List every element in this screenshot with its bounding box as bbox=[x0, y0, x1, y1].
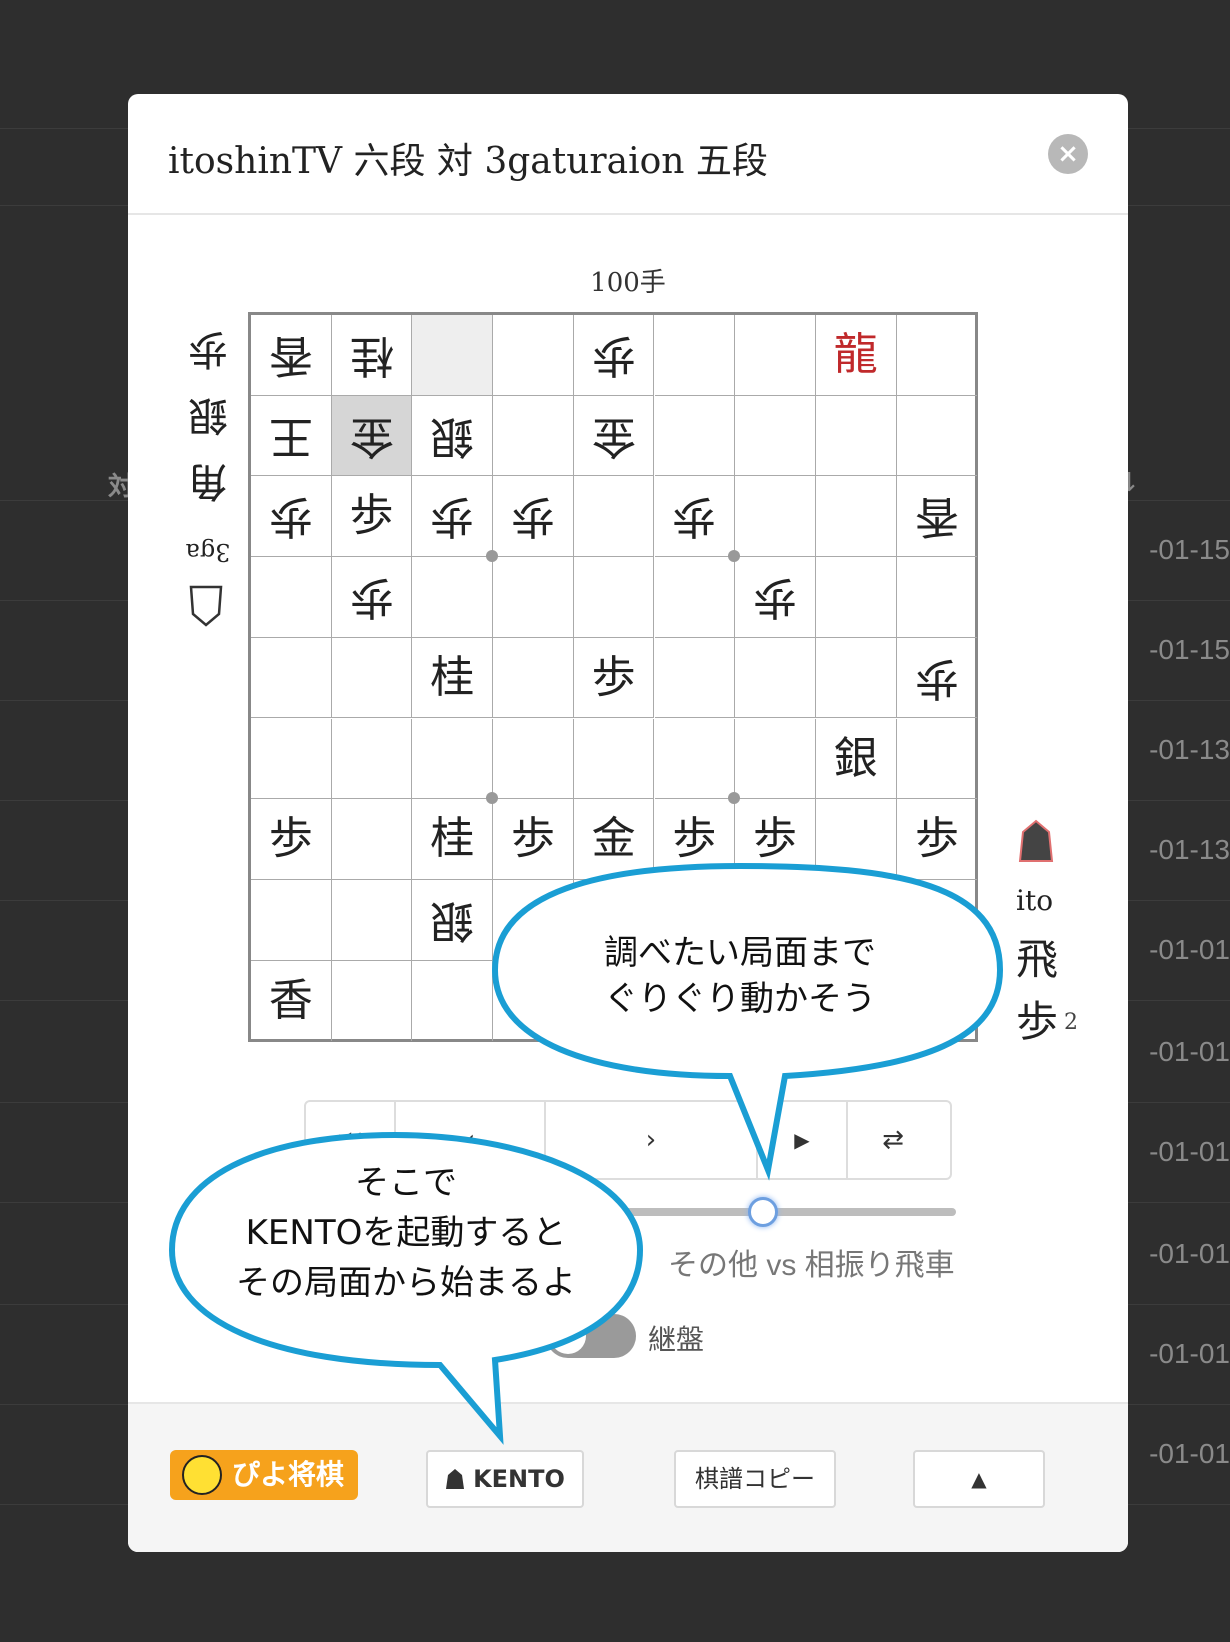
bubble-line: ぐりぐり動かそう bbox=[604, 979, 876, 1019]
bubble-line: 調べたい局面まで bbox=[604, 933, 876, 973]
speech-bubble-2-text: そこで KENTOを起動すると その局面から始まるよ bbox=[196, 1158, 616, 1308]
bubble-line: KENTOを起動すると bbox=[245, 1213, 567, 1253]
bubble-line: その局面から始まるよ bbox=[236, 1263, 576, 1303]
bubble-line: そこで bbox=[355, 1163, 457, 1203]
annotation-layer bbox=[168, 862, 1004, 1445]
speech-bubble-1-text: 調べたい局面まで ぐりぐり動かそう bbox=[560, 930, 920, 1022]
